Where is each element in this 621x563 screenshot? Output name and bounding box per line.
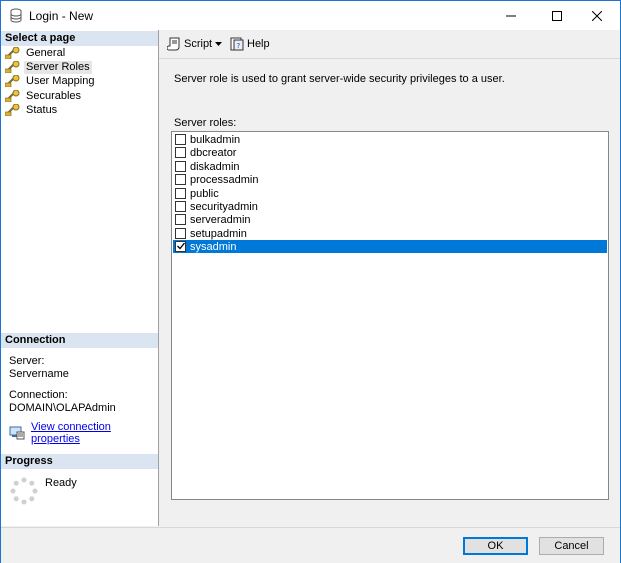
role-row-securityadmin[interactable]: securityadmin <box>173 200 607 213</box>
role-checkbox[interactable] <box>175 201 186 212</box>
role-row-setupadmin[interactable]: setupadmin <box>173 227 607 240</box>
script-label: Script <box>184 38 213 50</box>
maximize-icon <box>552 10 562 21</box>
role-row-public[interactable]: public <box>173 187 607 200</box>
description-text: Server role is used to grant server-wide… <box>174 73 505 85</box>
role-name: serveradmin <box>190 213 251 226</box>
role-name: processadmin <box>190 173 259 186</box>
server-roles-list[interactable]: bulkadmin dbcreator diskadmin processadm… <box>171 131 609 500</box>
role-checkbox[interactable] <box>175 134 186 145</box>
role-name: sysadmin <box>190 240 237 253</box>
page-item-server-roles[interactable]: Server Roles <box>4 60 92 74</box>
wrench-icon <box>4 74 21 88</box>
page-item-securables[interactable]: Securables <box>4 89 83 103</box>
role-checkbox[interactable] <box>175 214 186 225</box>
minimize-icon <box>506 15 516 16</box>
role-checkbox[interactable] <box>175 147 186 158</box>
connection-label: Connection: <box>9 389 68 401</box>
page-item-general[interactable]: General <box>4 46 67 60</box>
page-item-label: Securables <box>26 89 82 102</box>
wrench-icon <box>4 89 21 103</box>
role-checkbox[interactable] <box>175 161 186 172</box>
toolbar: Script ? Help <box>159 30 620 59</box>
progress-spinner-icon <box>10 477 38 505</box>
server-value: Servername <box>9 368 69 380</box>
role-checkbox[interactable] <box>175 241 186 252</box>
script-icon <box>166 37 181 51</box>
wrench-icon <box>4 46 21 60</box>
checkmark-icon <box>177 242 186 250</box>
chevron-down-icon <box>215 42 222 46</box>
role-row-diskadmin[interactable]: diskadmin <box>173 160 607 173</box>
server-label: Server: <box>9 355 45 367</box>
svg-text:?: ? <box>237 42 241 50</box>
page-item-label: User Mapping <box>26 74 95 87</box>
help-button[interactable]: ? Help <box>230 37 270 51</box>
view-connection-properties-link[interactable]: View connection properties <box>31 421 158 445</box>
connection-header: Connection <box>1 333 158 348</box>
role-checkbox[interactable] <box>175 188 186 199</box>
select-page-header: Select a page <box>1 31 158 46</box>
script-button[interactable]: Script <box>166 37 213 51</box>
role-checkbox[interactable] <box>175 228 186 239</box>
close-button[interactable] <box>574 1 620 30</box>
role-row-dbcreator[interactable]: dbcreator <box>173 146 607 159</box>
title-bar: Login - New <box>1 1 620 30</box>
role-name: setupadmin <box>190 227 247 240</box>
script-dropdown-button[interactable] <box>215 37 222 51</box>
role-name: securityadmin <box>190 200 258 213</box>
role-name: bulkadmin <box>190 133 241 146</box>
page-item-label: Status <box>26 103 58 116</box>
page-item-label: General <box>26 46 66 59</box>
help-icon: ? <box>230 37 244 51</box>
close-icon <box>592 10 602 21</box>
role-row-sysadmin[interactable]: sysadmin <box>173 240 607 253</box>
role-name: dbcreator <box>190 146 237 159</box>
help-label: Help <box>247 38 270 50</box>
wrench-icon <box>4 103 21 117</box>
role-checkbox[interactable] <box>175 174 186 185</box>
connection-value: DOMAIN\OLAPAdmin <box>9 402 116 414</box>
role-row-processadmin[interactable]: processadmin <box>173 173 607 186</box>
login-dialog-window: Login - New Select a page General Server… <box>0 0 621 563</box>
role-row-bulkadmin[interactable]: bulkadmin <box>173 133 607 146</box>
role-row-serveradmin[interactable]: serveradmin <box>173 213 607 226</box>
minimize-button[interactable] <box>488 1 534 30</box>
connection-properties-icon <box>9 426 25 440</box>
role-name: diskadmin <box>190 160 240 173</box>
page-item-label: Server Roles <box>24 60 92 74</box>
cancel-button[interactable]: Cancel <box>539 537 604 555</box>
button-bar: OK Cancel <box>1 527 620 563</box>
wrench-icon <box>4 60 21 74</box>
progress-status: Ready <box>45 477 77 489</box>
role-name: public <box>190 187 219 200</box>
page-item-status[interactable]: Status <box>4 103 59 117</box>
left-pane: Select a page General Server Roles User … <box>1 30 159 526</box>
page-item-user-mapping[interactable]: User Mapping <box>4 74 96 88</box>
window-title: Login - New <box>29 9 94 23</box>
main-content: Server role is used to grant server-wide… <box>159 59 620 526</box>
ok-button[interactable]: OK <box>463 537 528 555</box>
progress-header: Progress <box>1 454 158 469</box>
view-connection-properties[interactable]: View connection properties <box>9 421 158 445</box>
server-roles-label: Server roles: <box>174 117 237 129</box>
database-icon <box>10 8 22 23</box>
